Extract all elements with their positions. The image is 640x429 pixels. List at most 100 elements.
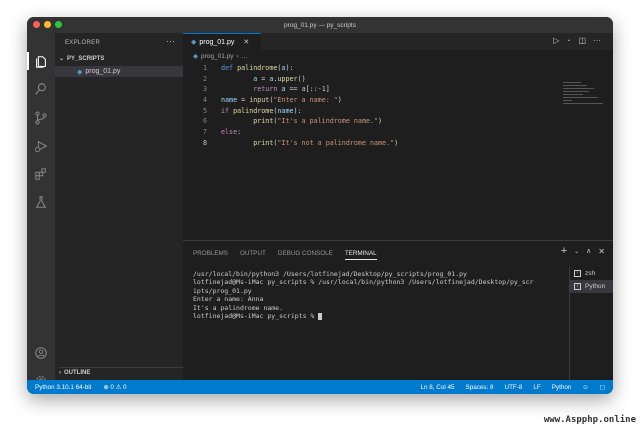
tab-prog-01[interactable]: ◆ prog_01.py ✕ xyxy=(183,33,261,50)
tab-output[interactable]: OUTPUT xyxy=(240,250,266,260)
account-icon[interactable] xyxy=(33,345,49,361)
feedback-icon[interactable]: ☺ xyxy=(582,384,588,391)
file-name: prog_01.py xyxy=(85,68,121,75)
line-code: name = input("Enter a name: ") xyxy=(221,96,342,105)
terminal-name: zsh xyxy=(585,270,596,277)
close-icon[interactable]: ✕ xyxy=(243,38,249,46)
minimize-window-button[interactable] xyxy=(44,21,51,28)
panel-actions: + ⌄ ∧ ✕ xyxy=(561,245,605,257)
folder-header[interactable]: ⌄ PY_SCRIPTS xyxy=(59,55,105,63)
language-mode[interactable]: Python xyxy=(552,384,572,391)
cursor-position[interactable]: Ln 8, Col 45 xyxy=(421,384,455,391)
status-right: Ln 8, Col 45 Spaces: 8 UTF-8 LF Python ☺… xyxy=(421,384,605,391)
python-file-icon: ◆ xyxy=(77,68,83,76)
active-indicator xyxy=(27,52,29,70)
line-number: 2 xyxy=(202,74,207,83)
line-code: print("It's a palindrome name.") xyxy=(253,117,383,126)
indentation[interactable]: Spaces: 8 xyxy=(466,384,494,391)
terminal-cursor xyxy=(318,312,323,320)
search-icon[interactable] xyxy=(33,81,49,97)
line-code: print("It's not a palindrome name.") xyxy=(253,138,399,147)
line-number: 3 xyxy=(202,85,207,94)
editor-actions: ▷ ⌄ ◫ ··· xyxy=(553,36,601,45)
terminal-icon: › xyxy=(574,270,581,277)
vscode-window: prog_01.py — py_scripts 1 EXPLORER xyxy=(27,17,613,394)
problems-count[interactable]: ⊗ 0 ⚠ 0 xyxy=(103,384,126,391)
chevron-right-icon: › xyxy=(59,370,61,376)
line-number: 1 xyxy=(202,64,207,72)
files-icon[interactable] xyxy=(33,54,49,70)
status-bar: Python 3.10.1 64-bit ⊗ 0 ⚠ 0 Ln 8, Col 4… xyxy=(27,380,613,394)
notifications-icon[interactable]: ◻ xyxy=(600,384,605,391)
split-editor-icon[interactable]: ◫ xyxy=(578,36,586,45)
window-title: prog_01.py — py_scripts xyxy=(284,21,356,29)
maximize-window-button[interactable] xyxy=(55,21,62,28)
line-code: return a == a[::-1] xyxy=(253,85,330,94)
python-file-icon: ◆ xyxy=(191,39,197,46)
editor-area: ◆ prog_01.py ✕ ▷ ⌄ ◫ ··· ◆ prog_01.py › … xyxy=(183,33,613,240)
source-control-icon[interactable] xyxy=(33,110,49,126)
code-line: 4 name = input("Enter a name: ") xyxy=(183,96,593,107)
terminal-item-python[interactable]: › Python xyxy=(570,280,613,293)
explorer-more-button[interactable]: ··· xyxy=(166,36,175,46)
extensions-icon[interactable] xyxy=(33,166,49,182)
explorer-sidebar: EXPLORER ··· ⌄ PY_SCRIPTS ◆ prog_01.py ›… xyxy=(55,33,183,380)
line-code: a = a.upper() xyxy=(253,74,306,83)
more-actions-icon[interactable]: ··· xyxy=(593,36,601,45)
folder-name: PY_SCRIPTS xyxy=(67,55,105,62)
terminal-line: /usr/local/bin/python3 /Users/lotfinejad… xyxy=(193,270,467,278)
tab-terminal[interactable]: TERMINAL xyxy=(344,250,377,260)
editor-tabs: ◆ prog_01.py ✕ ▷ ⌄ ◫ ··· xyxy=(183,33,613,50)
code-line: 5 if palindrome(name): xyxy=(183,107,593,118)
line-number: 6 xyxy=(202,117,207,126)
minimap[interactable] xyxy=(563,82,607,112)
line-ending[interactable]: LF xyxy=(533,384,540,391)
testing-icon[interactable] xyxy=(33,194,49,210)
python-file-icon: ◆ xyxy=(193,53,198,60)
terminal-output[interactable]: /usr/local/bin/python3 /Users/lotfinejad… xyxy=(193,270,568,320)
run-icon[interactable]: ▷ xyxy=(553,36,559,45)
chevron-down-icon[interactable]: ⌄ xyxy=(566,36,571,45)
code-line: 6 print("It's a palindrome name.") xyxy=(183,117,593,128)
code-line: 8 print("It's not a palindrome name.") xyxy=(183,139,593,150)
breadcrumb: ◆ prog_01.py › ... xyxy=(193,52,247,61)
tab-label: prog_01.py xyxy=(199,38,235,46)
terminal-prompt: lotfinejad@Ms-iMac py_scripts % xyxy=(193,312,319,321)
terminal-item-zsh[interactable]: › zsh xyxy=(570,267,613,280)
line-number: 5 xyxy=(202,106,207,115)
terminal-icon: › xyxy=(574,283,581,290)
line-number: 4 xyxy=(202,96,207,105)
terminal-line: ipts/prog_01.py xyxy=(193,286,252,295)
close-window-button[interactable] xyxy=(33,21,40,28)
explorer-title: EXPLORER xyxy=(65,40,101,46)
terminal-prompt-line: lotfinejad@Ms-iMac py_scripts % xyxy=(193,312,568,320)
tab-problems[interactable]: PROBLEMS xyxy=(193,250,228,260)
title-bar: prog_01.py — py_scripts xyxy=(27,17,613,33)
line-code: else: xyxy=(221,128,242,137)
window-controls xyxy=(33,21,62,28)
new-terminal-icon[interactable]: + xyxy=(561,245,567,257)
outline-section[interactable]: › OUTLINE xyxy=(59,367,183,376)
line-code: def palindrome(a): xyxy=(221,64,294,72)
python-interpreter[interactable]: Python 3.10.1 64-bit xyxy=(35,384,91,391)
line-code: if palindrome(name): xyxy=(221,106,302,115)
terminal-list: › zsh › Python xyxy=(569,267,613,381)
breadcrumb-separator: › xyxy=(236,52,239,60)
code-line: 7 else: xyxy=(183,128,593,139)
chevron-down-icon: ⌄ xyxy=(59,56,65,62)
chevron-down-icon[interactable]: ⌄ xyxy=(574,248,579,255)
status-left: Python 3.10.1 64-bit ⊗ 0 ⚠ 0 xyxy=(35,384,127,391)
run-debug-icon[interactable] xyxy=(33,138,49,154)
breadcrumb-more[interactable]: ... xyxy=(242,53,247,60)
close-panel-icon[interactable]: ✕ xyxy=(598,247,605,256)
activity-bar: 1 xyxy=(27,33,55,390)
tab-debug-console[interactable]: DEBUG CONSOLE xyxy=(278,250,333,260)
terminal-line: It's a palindrome name. xyxy=(193,303,284,312)
watermark: www.Aspphp.online xyxy=(543,415,636,425)
code-editor[interactable]: 1 def palindrome(a): 2 a = a.upper() 3 re… xyxy=(183,64,593,150)
maximize-panel-icon[interactable]: ∧ xyxy=(586,247,591,255)
breadcrumb-file[interactable]: prog_01.py xyxy=(201,53,234,60)
terminal-line: Enter a name: Anna xyxy=(193,295,264,304)
file-item-prog-01[interactable]: ◆ prog_01.py xyxy=(55,66,183,77)
encoding[interactable]: UTF-8 xyxy=(505,384,523,391)
